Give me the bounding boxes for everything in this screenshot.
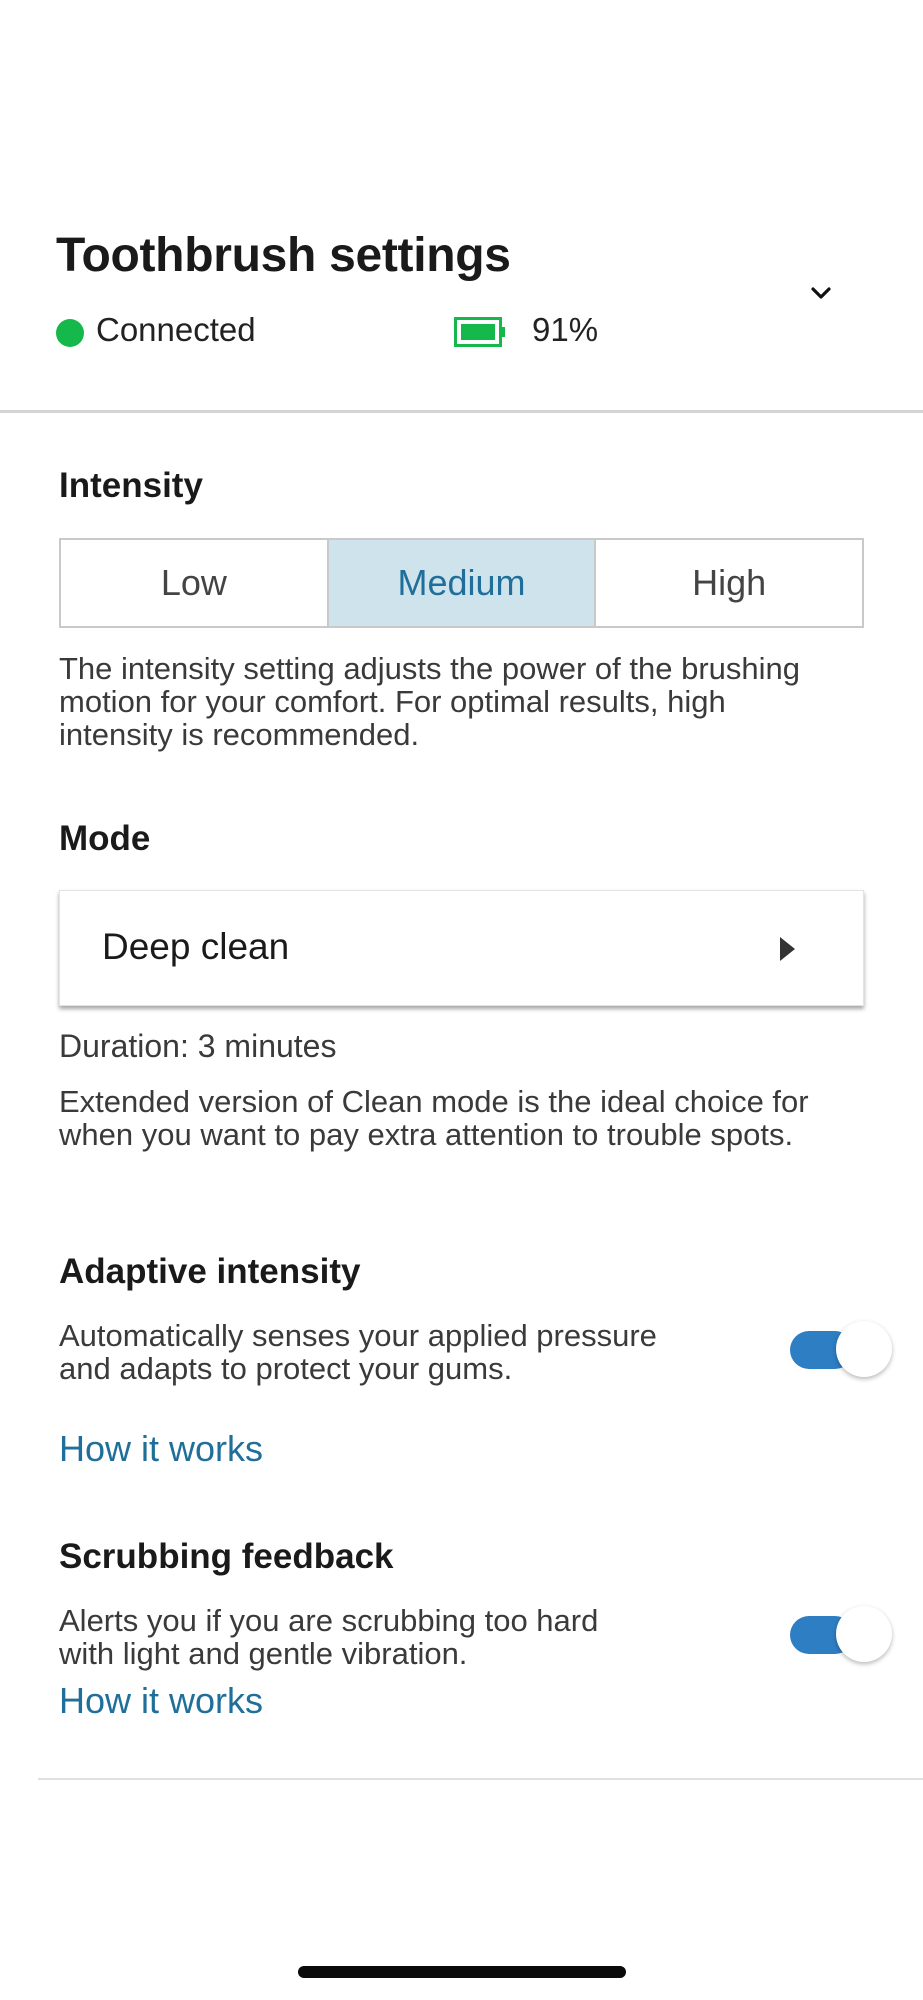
connection-status-icon bbox=[56, 319, 84, 347]
adaptive-intensity-title: Adaptive intensity bbox=[59, 1252, 361, 1291]
header-divider bbox=[0, 410, 923, 413]
mode-selected-value: Deep clean bbox=[102, 926, 290, 967]
mode-description: Extended version of Clean mode is the id… bbox=[59, 1084, 809, 1152]
status-row: Connected 91% bbox=[56, 308, 856, 352]
scrubbing-feedback-toggle[interactable] bbox=[786, 1606, 892, 1662]
adaptive-intensity-description: Automatically senses your applied pressu… bbox=[59, 1318, 657, 1386]
mode-dropdown[interactable]: Deep clean bbox=[59, 890, 864, 1006]
adaptive-intensity-how-it-works-link[interactable]: How it works bbox=[59, 1428, 263, 1470]
intensity-option-medium[interactable]: Medium bbox=[328, 540, 597, 626]
connection-status-text: Connected bbox=[96, 311, 256, 348]
intensity-title: Intensity bbox=[59, 466, 203, 505]
scrubbing-feedback-how-it-works-link[interactable]: How it works bbox=[59, 1680, 263, 1722]
home-indicator[interactable] bbox=[298, 1966, 626, 1978]
scrubbing-feedback-title: Scrubbing feedback bbox=[59, 1537, 394, 1576]
adaptive-intensity-toggle[interactable] bbox=[786, 1321, 892, 1377]
battery-icon bbox=[454, 317, 505, 347]
bottom-divider bbox=[38, 1778, 923, 1780]
scrubbing-feedback-description: Alerts you if you are scrubbing too hard… bbox=[59, 1603, 599, 1671]
battery-level: 91% bbox=[532, 311, 599, 348]
intensity-option-high[interactable]: High bbox=[596, 540, 862, 626]
page-title: Toothbrush settings bbox=[56, 229, 511, 282]
mode-title: Mode bbox=[59, 819, 151, 858]
intensity-segmented-control: Low Medium High bbox=[59, 538, 864, 628]
intensity-option-low[interactable]: Low bbox=[61, 540, 329, 626]
intensity-description: The intensity setting adjusts the power … bbox=[59, 651, 800, 752]
triangle-right-icon bbox=[780, 937, 795, 961]
chevron-down-icon[interactable] bbox=[808, 280, 834, 306]
toggle-knob bbox=[836, 1606, 892, 1662]
mode-duration: Duration: 3 minutes bbox=[59, 1028, 337, 1064]
toggle-knob bbox=[836, 1321, 892, 1377]
